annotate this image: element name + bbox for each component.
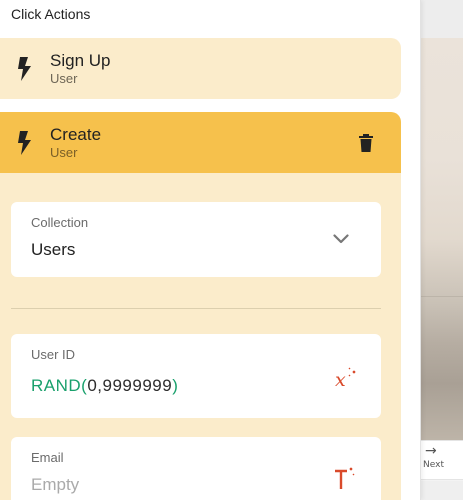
email-label: Email — [31, 450, 64, 465]
user-id-formula[interactable]: RAND(0,9999999) — [31, 376, 178, 396]
collection-value: Users — [31, 240, 76, 259]
next-button-label: Next — [423, 460, 444, 470]
canvas-background-image — [421, 38, 463, 440]
svg-text:x: x — [335, 369, 346, 390]
trash-icon[interactable] — [358, 134, 374, 152]
canvas-bottom-area — [421, 481, 463, 500]
formula-close-paren: ) — [172, 376, 179, 395]
click-actions-panel: Click Actions Sign Up User Create User C… — [0, 0, 421, 500]
bolt-icon — [18, 131, 31, 155]
action-name: Create — [50, 125, 102, 144]
create-action-settings: Collection Users User ID RAND(0,9999999)… — [0, 173, 401, 500]
email-field[interactable]: Email Empty — [11, 437, 381, 500]
collection-label: Collection — [31, 215, 89, 230]
section-divider — [11, 308, 381, 309]
action-item-sign-up[interactable]: Sign Up User — [0, 38, 401, 99]
user-id-field[interactable]: User ID RAND(0,9999999) x — [11, 334, 381, 418]
magic-formula-icon[interactable]: x — [333, 364, 359, 390]
canvas-image-horizon — [421, 296, 463, 297]
formula-function: RAND — [31, 376, 82, 395]
canvas-preview[interactable]: → Next — [421, 0, 463, 500]
action-name: Sign Up — [50, 51, 111, 70]
canvas-top-area — [421, 0, 463, 38]
bolt-icon — [18, 57, 31, 81]
chevron-down-icon[interactable] — [333, 234, 349, 244]
email-input[interactable]: Empty — [31, 475, 79, 495]
next-button[interactable]: → Next — [421, 440, 463, 480]
panel-title: Click Actions — [11, 6, 91, 22]
magic-text-icon[interactable] — [333, 465, 359, 491]
action-subtitle: User — [50, 71, 78, 86]
collection-select[interactable]: Collection Users — [11, 202, 381, 277]
action-subtitle: User — [50, 145, 78, 160]
formula-arguments: 0,9999999 — [87, 376, 173, 395]
arrow-right-icon: → — [425, 443, 437, 459]
action-item-create[interactable]: Create User — [0, 112, 401, 173]
user-id-label: User ID — [31, 347, 76, 362]
